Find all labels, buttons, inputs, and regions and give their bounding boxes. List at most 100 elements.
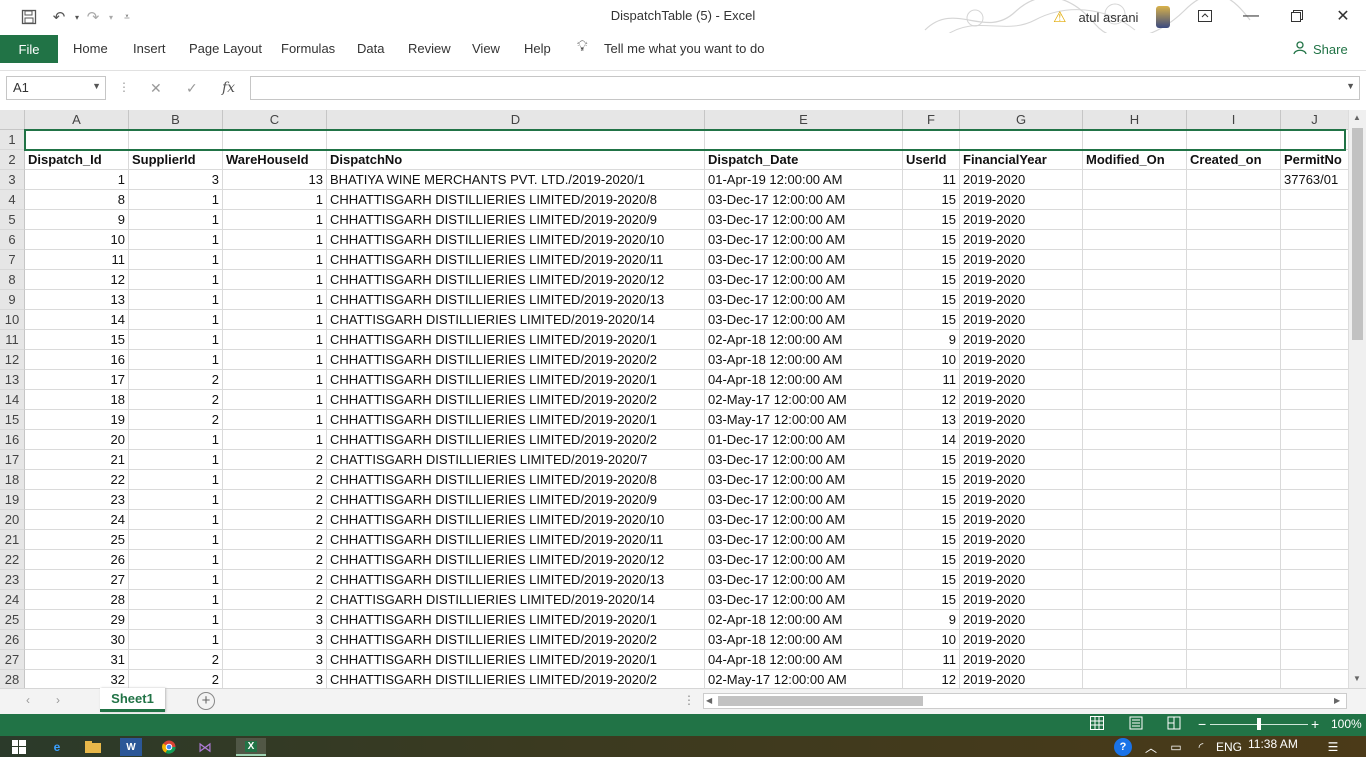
table-cell[interactable]: 2019-2020 xyxy=(960,310,1083,330)
table-cell[interactable] xyxy=(1281,470,1348,490)
table-cell[interactable]: 02-Apr-18 12:00:00 AM xyxy=(705,610,903,630)
table-cell[interactable]: 13 xyxy=(25,290,129,310)
table-cell[interactable] xyxy=(1281,230,1348,250)
table-cell[interactable]: 1 xyxy=(129,550,223,570)
table-cell[interactable]: 2019-2020 xyxy=(960,290,1083,310)
table-cell[interactable] xyxy=(1281,570,1348,590)
table-cell[interactable] xyxy=(1083,570,1187,590)
table-cell[interactable] xyxy=(1187,190,1281,210)
table-cell[interactable]: 03-Dec-17 12:00:00 AM xyxy=(705,490,903,510)
table-cell[interactable]: 1 xyxy=(223,190,327,210)
table-cell[interactable]: CHHATTISGARH DISTILLIERIES LIMITED/2019-… xyxy=(327,430,705,450)
sheet-tab-sheet1[interactable]: Sheet1 xyxy=(100,688,165,712)
chevron-up-icon[interactable]: ︿ xyxy=(1140,738,1162,756)
table-cell[interactable]: CHHATTISGARH DISTILLIERIES LIMITED/2019-… xyxy=(327,330,705,350)
help-icon[interactable]: ? xyxy=(1114,738,1132,756)
table-cell[interactable] xyxy=(1083,410,1187,430)
table-cell[interactable] xyxy=(1187,590,1281,610)
table-cell[interactable]: 02-May-17 12:00:00 AM xyxy=(705,390,903,410)
table-cell[interactable] xyxy=(1281,550,1348,570)
table-cell[interactable]: 19 xyxy=(25,410,129,430)
table-cell[interactable]: BHATIYA WINE MERCHANTS PVT. LTD./2019-20… xyxy=(327,170,705,190)
table-cell[interactable]: 2 xyxy=(129,650,223,670)
table-cell[interactable]: 1 xyxy=(129,350,223,370)
column-header-b[interactable]: B xyxy=(129,110,223,130)
table-cell[interactable]: 02-Apr-18 12:00:00 AM xyxy=(705,330,903,350)
table-cell[interactable]: 2019-2020 xyxy=(960,650,1083,670)
table-cell[interactable]: 03-Dec-17 12:00:00 AM xyxy=(705,510,903,530)
table-cell[interactable] xyxy=(1187,230,1281,250)
table-cell[interactable] xyxy=(1281,310,1348,330)
table-cell[interactable]: 2019-2020 xyxy=(960,410,1083,430)
user-name[interactable]: atul asrani xyxy=(1078,10,1138,25)
windows-start-icon[interactable] xyxy=(8,738,30,756)
table-cell[interactable]: 15 xyxy=(25,330,129,350)
column-header-g[interactable]: G xyxy=(960,110,1083,130)
table-cell[interactable] xyxy=(1187,270,1281,290)
column-header-c[interactable]: C xyxy=(223,110,327,130)
row-header[interactable]: 23 xyxy=(0,570,25,590)
header-cell[interactable]: Dispatch_Date xyxy=(705,150,903,170)
table-cell[interactable]: 2019-2020 xyxy=(960,370,1083,390)
tab-splitter-icon[interactable]: ⋮ xyxy=(683,693,695,707)
table-cell[interactable]: 14 xyxy=(903,430,960,450)
row-header[interactable]: 9 xyxy=(0,290,25,310)
table-cell[interactable]: 03-Dec-17 12:00:00 AM xyxy=(705,550,903,570)
table-cell[interactable]: 15 xyxy=(903,190,960,210)
table-cell[interactable]: 2019-2020 xyxy=(960,430,1083,450)
table-cell[interactable]: 1 xyxy=(223,330,327,350)
table-cell[interactable]: 1 xyxy=(129,630,223,650)
table-cell[interactable]: 1 xyxy=(223,350,327,370)
table-cell[interactable]: 03-Dec-17 12:00:00 AM xyxy=(705,190,903,210)
table-cell[interactable]: CHHATTISGARH DISTILLIERIES LIMITED/2019-… xyxy=(327,190,705,210)
file-explorer-icon[interactable] xyxy=(82,738,104,756)
table-cell[interactable] xyxy=(1083,390,1187,410)
table-cell[interactable]: 1 xyxy=(129,530,223,550)
table-cell[interactable]: 16 xyxy=(25,350,129,370)
table-cell[interactable]: 2019-2020 xyxy=(960,350,1083,370)
row-header[interactable]: 21 xyxy=(0,530,25,550)
table-cell[interactable]: 03-Apr-18 12:00:00 AM xyxy=(705,350,903,370)
table-cell[interactable] xyxy=(1187,350,1281,370)
excel-app-icon[interactable]: X xyxy=(236,738,266,756)
row-header[interactable]: 20 xyxy=(0,510,25,530)
table-cell[interactable]: CHHATTISGARH DISTILLIERIES LIMITED/2019-… xyxy=(327,470,705,490)
row-header[interactable]: 17 xyxy=(0,450,25,470)
table-cell[interactable]: 1 xyxy=(129,210,223,230)
table-cell[interactable]: 04-Apr-18 12:00:00 AM xyxy=(705,650,903,670)
table-cell[interactable]: 2 xyxy=(223,510,327,530)
table-cell[interactable]: 29 xyxy=(25,610,129,630)
table-cell[interactable]: 15 xyxy=(903,510,960,530)
column-header-f[interactable]: F xyxy=(903,110,960,130)
table-cell[interactable]: 11 xyxy=(903,370,960,390)
table-cell[interactable] xyxy=(1281,630,1348,650)
tab-review[interactable]: Review xyxy=(408,41,451,56)
table-cell[interactable]: CHHATTISGARH DISTILLIERIES LIMITED/2019-… xyxy=(327,530,705,550)
table-cell[interactable]: 2019-2020 xyxy=(960,610,1083,630)
table-cell[interactable]: 15 xyxy=(903,450,960,470)
table-cell[interactable]: 2019-2020 xyxy=(960,450,1083,470)
battery-icon[interactable]: ▭ xyxy=(1165,738,1187,756)
table-cell[interactable]: 37763/01 xyxy=(1281,170,1348,190)
cell-empty[interactable] xyxy=(903,130,960,150)
table-cell[interactable]: 1 xyxy=(129,610,223,630)
cell-empty[interactable] xyxy=(705,130,903,150)
table-cell[interactable]: 2019-2020 xyxy=(960,170,1083,190)
table-cell[interactable] xyxy=(1187,630,1281,650)
row-header[interactable]: 12 xyxy=(0,350,25,370)
table-cell[interactable]: CHHATTISGARH DISTILLIERIES LIMITED/2019-… xyxy=(327,630,705,650)
restore-icon[interactable] xyxy=(1274,0,1320,32)
table-cell[interactable]: 1 xyxy=(129,330,223,350)
table-cell[interactable]: 2019-2020 xyxy=(960,510,1083,530)
formula-input[interactable]: ▼ xyxy=(250,76,1360,100)
table-cell[interactable]: CHHATTISGARH DISTILLIERIES LIMITED/2019-… xyxy=(327,650,705,670)
table-cell[interactable]: CHHATTISGARH DISTILLIERIES LIMITED/2019-… xyxy=(327,490,705,510)
table-cell[interactable] xyxy=(1187,650,1281,670)
table-cell[interactable]: 10 xyxy=(903,630,960,650)
table-cell[interactable]: 02-May-17 12:00:00 AM xyxy=(705,670,903,688)
table-cell[interactable] xyxy=(1281,650,1348,670)
table-cell[interactable] xyxy=(1281,290,1348,310)
table-cell[interactable] xyxy=(1187,210,1281,230)
name-box[interactable]: A1 ▼ xyxy=(6,76,106,100)
tab-view[interactable]: View xyxy=(472,41,500,56)
